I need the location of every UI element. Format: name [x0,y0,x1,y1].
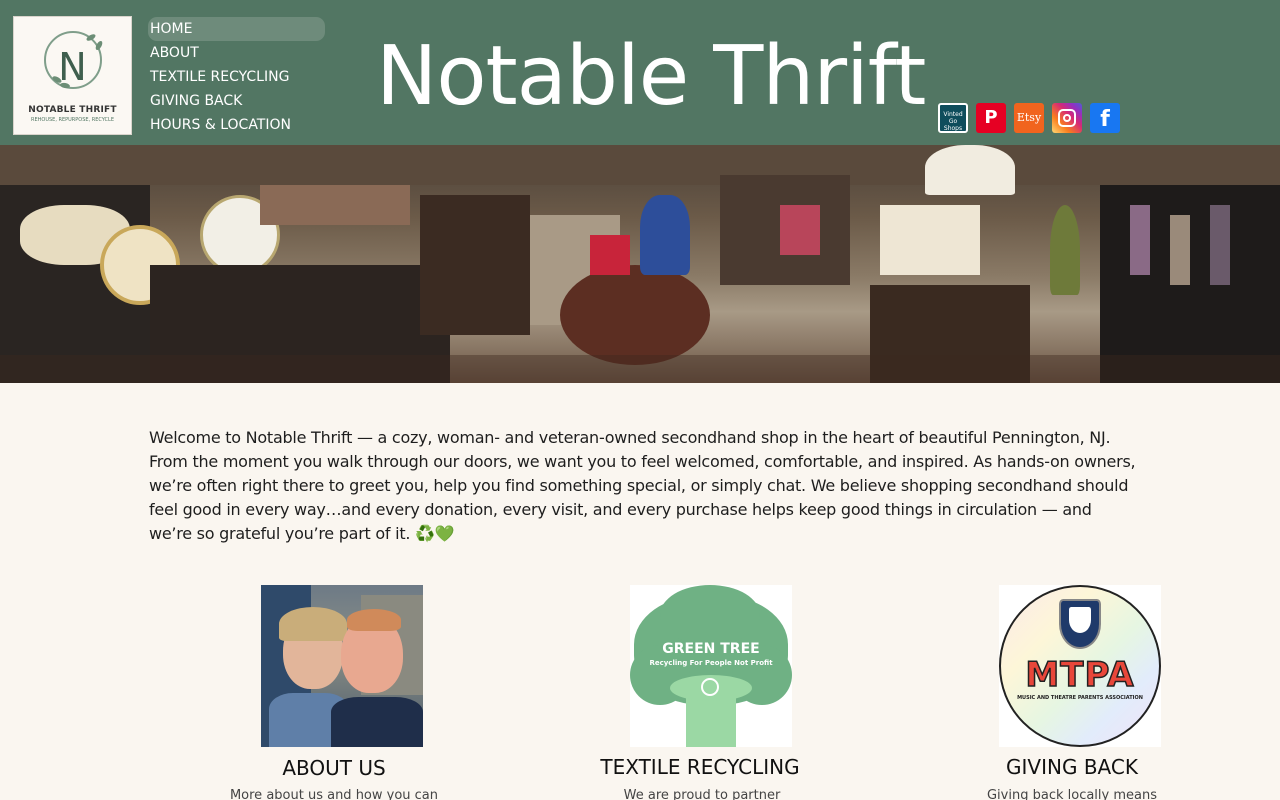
nav-item-hours-location[interactable]: HOURS & LOCATION [150,113,325,137]
nav-item-home[interactable]: HOME [148,17,325,41]
logo-tagline: REHOUSE, REPURPOSE, RECYCLE [31,117,114,123]
textile-recycling-subtitle: We are proud to partner [623,788,781,800]
giving-back-subtitle: Giving back locally means [986,788,1157,800]
site-logo[interactable]: N NOTABLE THRIFT REHOUSE, REPURPOSE, REC… [13,16,132,135]
about-us-subtitle: More about us and how you can [229,788,439,800]
site-title: Notable Thrift [376,29,926,124]
green-tree-logo[interactable]: GREEN TREE Recycling For People Not Prof… [630,585,792,747]
green-tree-title: GREEN TREE [662,641,760,657]
hero-store-image [0,145,1280,383]
intro-text: Welcome to Notable Thrift — a cozy, woma… [149,428,1136,543]
pinterest-icon[interactable]: P [976,103,1006,133]
logo-letter: N [58,45,87,89]
facebook-icon[interactable]: f [1090,103,1120,133]
about-us-photo[interactable] [261,585,423,747]
vinted-icon[interactable]: Vinted Go Shops [938,103,968,133]
site-header: N NOTABLE THRIFT REHOUSE, REPURPOSE, REC… [0,0,1280,145]
about-us-title[interactable]: ABOUT US [249,756,419,780]
mtpa-title: MTPA [1025,654,1135,696]
textile-recycling-title[interactable]: TEXTILE RECYCLING [600,755,800,779]
nav-item-about[interactable]: ABOUT [150,41,325,65]
logo-name: NOTABLE THRIFT [28,105,117,115]
nav-item-textile-recycling[interactable]: TEXTILE RECYCLING [150,65,325,89]
instagram-icon[interactable] [1052,103,1082,133]
mtpa-subtitle: MUSIC AND THEATRE PARENTS ASSOCIATION [1017,695,1143,701]
giving-back-title[interactable]: GIVING BACK [992,755,1152,779]
main-nav: HOME ABOUT TEXTILE RECYCLING GIVING BACK… [148,17,325,137]
mtpa-logo[interactable]: MTPA MUSIC AND THEATRE PARENTS ASSOCIATI… [999,585,1161,747]
nav-item-giving-back[interactable]: GIVING BACK [150,89,325,113]
green-tree-subtitle: Recycling For People Not Profit [649,659,773,667]
etsy-icon[interactable]: Etsy [1014,103,1044,133]
